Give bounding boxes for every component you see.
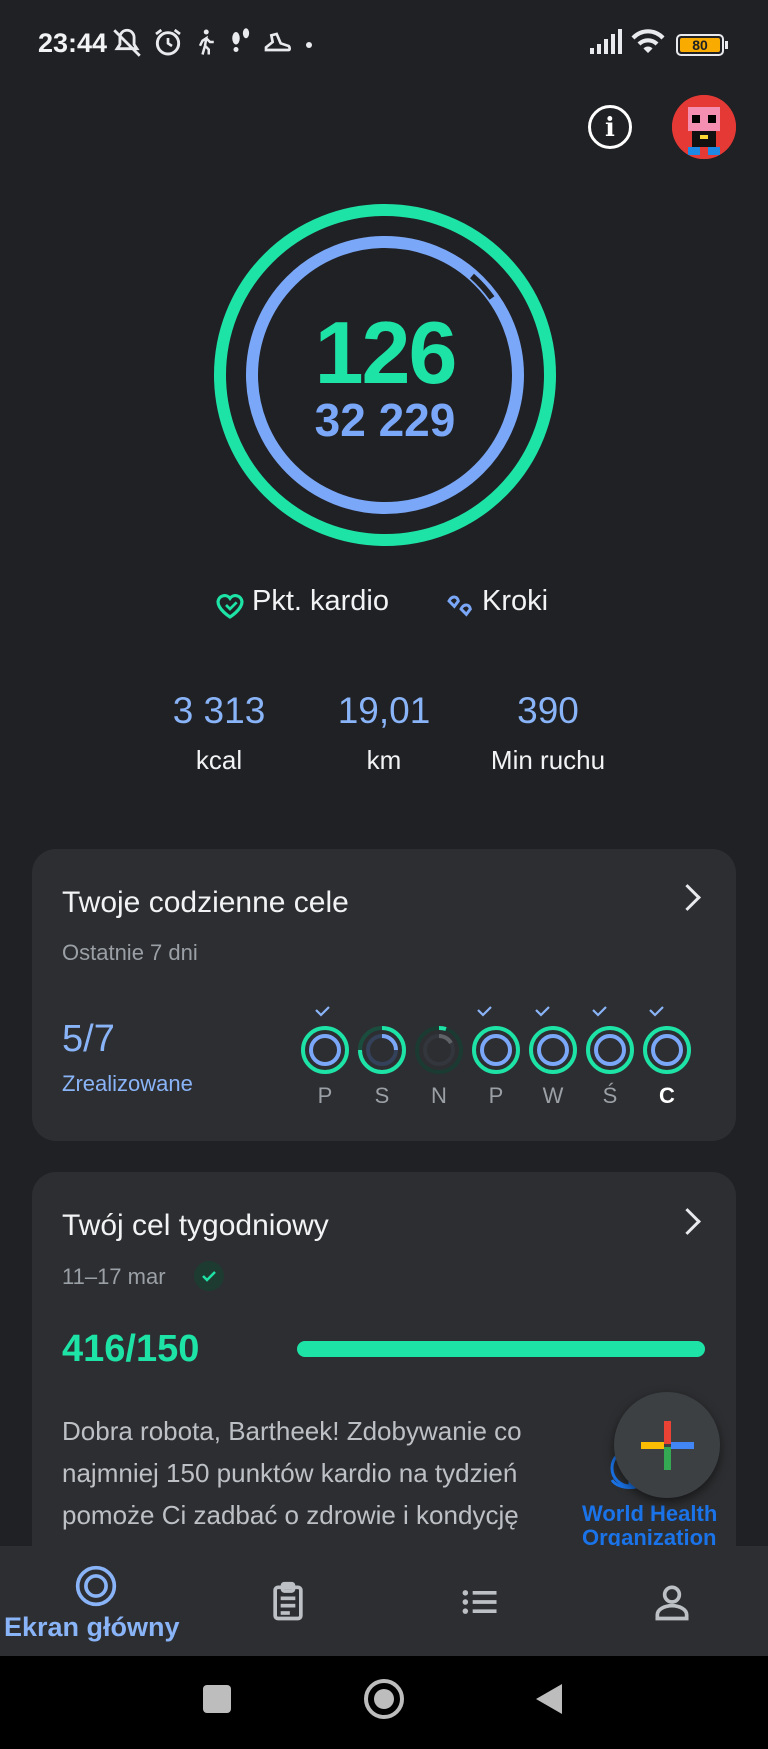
cardio-points-value: 126 [314,303,458,402]
legend-cardio-label: Pkt. kardio [252,585,389,617]
person-icon [655,1585,689,1621]
battery-level: 80 [692,37,708,53]
steps-value: 32 229 [314,394,456,446]
battery-tip [725,41,728,49]
day-label: P [317,1083,333,1108]
info-button[interactable]: i [588,105,632,149]
day-ring-achieved [586,1026,634,1074]
weekly-goal-progress: 416/150 [62,1328,200,1370]
status-time: 23:44 [38,28,108,58]
avatar[interactable] [672,95,736,159]
day-ring-achieved [301,1026,349,1074]
wifi-icon [631,29,665,53]
home-rings-icon [75,1565,117,1607]
clipboard-icon [273,1581,303,1621]
stat-move-min-label: Min ruchu [490,745,606,775]
day-ring-achieved [643,1026,691,1074]
day-label: Ś [602,1083,618,1108]
recents-button[interactable] [203,1685,231,1713]
nav-home-label: Ekran główny [4,1612,180,1642]
footsteps-icon [447,595,472,617]
day-label: S [374,1083,390,1108]
add-activity-button[interactable] [614,1392,720,1498]
nav-profile[interactable] [576,1546,768,1656]
check-icon [315,1006,330,1017]
day-ring-partial [358,1026,406,1074]
who-line1: World Health [582,1501,718,1526]
list-icon [462,1590,497,1614]
walking-icon [198,29,214,55]
heart-icon [216,594,244,619]
pixel-avatar-icon [672,95,736,159]
home-button[interactable] [364,1679,404,1719]
daily-goals-title: Twoje codzienne cele [62,886,349,919]
check-icon [535,1006,550,1017]
dot-icon [306,42,312,48]
signal-icon [590,29,622,54]
day-label: P [488,1083,504,1108]
plus-icon [641,1421,694,1470]
daily-goals-count: 5/7 [62,1018,115,1060]
nav-browse[interactable] [384,1546,576,1656]
nav-home[interactable]: Ekran główny [0,1546,192,1656]
daily-goals-subtitle: Ostatnie 7 dni [62,940,198,965]
daily-goals-status: Zrealizowane [62,1071,193,1096]
shoe-icon [264,32,291,52]
day-label: W [542,1083,564,1108]
weekly-goal-title: Twój cel tygodniowy [62,1209,329,1242]
footsteps-icon [232,28,250,52]
weekly-goal-body: Dobra robota, Bartheek! Zdobywanie co na… [62,1416,522,1530]
check-badge [194,1261,224,1291]
info-icon: i [605,113,615,143]
legend-steps-label: Kroki [482,585,549,617]
weekly-goal-dates: 11–17 mar [62,1264,166,1289]
check-icon [592,1006,607,1017]
weekly-progress-track [297,1341,705,1357]
check-icon [202,1271,216,1282]
day-ring-minimal [415,1026,463,1074]
daily-rings-row [301,1006,691,1074]
day-ring-achieved [529,1026,577,1074]
weekly-progress-fill [297,1341,705,1357]
battery-icon: 80 [676,34,724,56]
back-button[interactable] [534,1682,564,1716]
check-icon [477,1006,492,1017]
stat-move-min-value: 390 [517,690,579,731]
day-label-today: C [659,1083,675,1108]
nav-journal[interactable] [192,1546,384,1656]
status-bar: 23:44 80 [0,0,768,92]
mute-icon [113,28,141,57]
check-icon [649,1006,664,1017]
day-ring-achieved [472,1026,520,1074]
bottom-navigation: Ekran główny [0,1546,768,1656]
system-navigation-bar [0,1656,768,1749]
alarm-icon [155,28,181,56]
day-label: N [431,1083,447,1108]
